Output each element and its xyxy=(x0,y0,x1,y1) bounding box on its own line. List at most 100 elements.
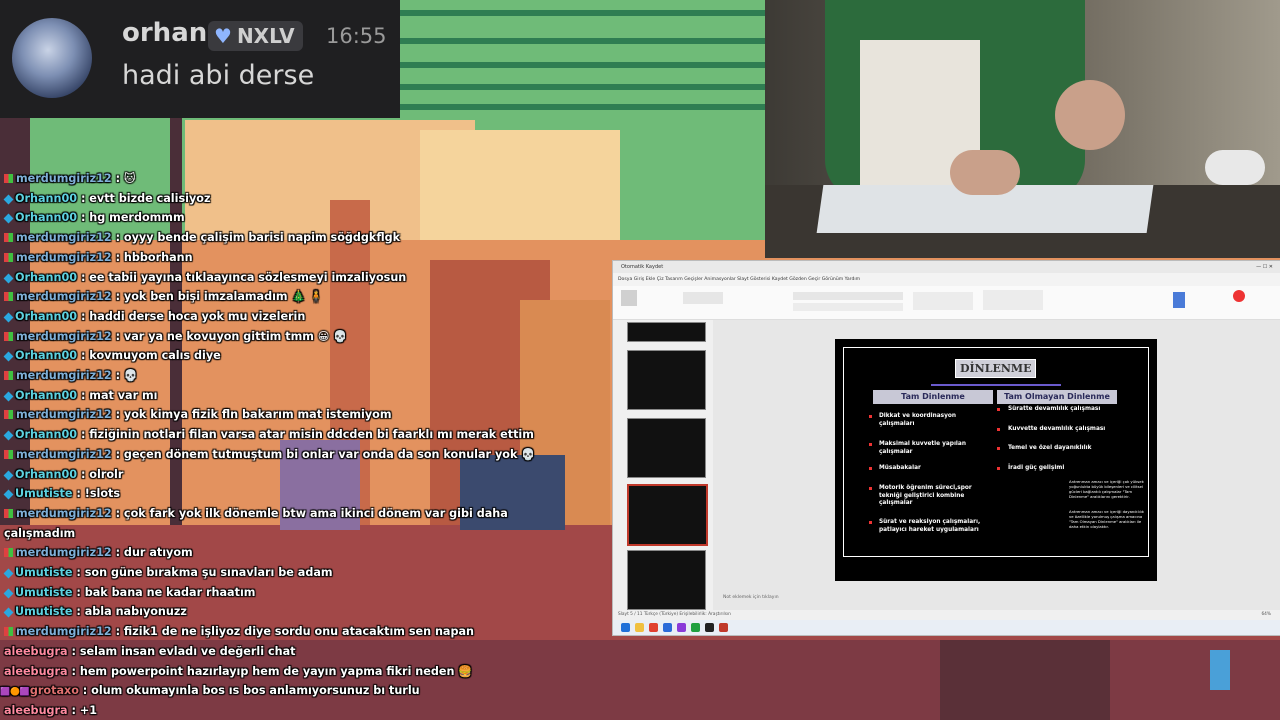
chat-username[interactable]: grotaxo xyxy=(30,684,79,697)
slide-thumbnail-selected[interactable] xyxy=(627,484,708,546)
slide-thumbnail[interactable] xyxy=(627,350,706,410)
chat-username[interactable]: Orhann00 xyxy=(15,468,77,481)
chat-username[interactable]: Umutiste xyxy=(15,605,72,618)
chat-badge-icon xyxy=(4,371,13,380)
chat-username[interactable]: Orhann00 xyxy=(15,428,77,441)
chat-text: : son güne bırakma şu sınavları be adam xyxy=(72,566,333,579)
chat-message: çalışmadım xyxy=(0,525,612,543)
windows-taskbar[interactable] xyxy=(613,620,1280,635)
chat-username[interactable]: Umutiste xyxy=(15,586,72,599)
webcam-mouse xyxy=(1205,150,1265,185)
designer-icon[interactable] xyxy=(1233,290,1245,302)
chat-username[interactable]: merdumgiriz12 xyxy=(16,507,112,520)
chat-message: 🟪🟠🟪grotaxo : olum okumayınla bos ıs bos … xyxy=(0,682,612,701)
slide-thumbnail[interactable] xyxy=(627,418,706,478)
chat-badge-icon xyxy=(4,508,13,518)
bullet-icon xyxy=(869,521,872,524)
app-icon[interactable] xyxy=(663,623,672,632)
chat-badge-icon xyxy=(4,233,13,243)
chat-username[interactable]: merdumgiriz12 xyxy=(16,172,112,185)
notes-placeholder[interactable]: Not eklemek için tıklayın xyxy=(723,595,779,600)
ppt-titlebar[interactable]: Otomatik Kaydet — ☐ ✕ xyxy=(613,261,1280,273)
chat-username[interactable]: aleebugra xyxy=(4,704,68,717)
left-header: Tam Dinlenme xyxy=(873,390,993,404)
paste-icon[interactable] xyxy=(621,290,637,306)
verified-badge-icon xyxy=(3,273,14,283)
chat-message: Umutiste : !slots xyxy=(0,485,612,503)
ppt-menu-tabs[interactable]: Dosya Giriş Ekle Çiz Tasarım Geçişler An… xyxy=(613,275,1280,285)
current-slide[interactable]: DİNLENME Tam Dinlenme Tam Olmayan Dinlen… xyxy=(835,339,1157,581)
chat-username[interactable]: Orhann00 xyxy=(15,211,77,224)
powerpoint-icon[interactable] xyxy=(719,623,728,632)
bullet-icon xyxy=(869,487,872,490)
window-controls[interactable]: — ☐ ✕ xyxy=(1256,261,1273,273)
ppt-ribbon[interactable] xyxy=(613,286,1280,320)
chat-username[interactable]: Orhann00 xyxy=(15,310,77,323)
chat-text: : fiziğinin notlari filan varsa atar mis… xyxy=(77,428,534,442)
chat-text: : olum okumayınla bos ıs bos anlamıyorsu… xyxy=(78,684,420,698)
chat-badge-icon xyxy=(4,331,13,341)
notification-message: hadi abi derse xyxy=(122,60,315,91)
powerpoint-window[interactable]: Otomatik Kaydet — ☐ ✕ Dosya Giriş Ekle Ç… xyxy=(612,260,1280,636)
chat-badge-icon xyxy=(4,174,13,183)
slide-thumbnail[interactable] xyxy=(627,322,706,342)
notification-username: orhan xyxy=(122,18,208,48)
bullet-icon xyxy=(997,408,1000,411)
chat-message: aleebugra : +1 xyxy=(0,702,612,720)
chat-username[interactable]: Orhann00 xyxy=(15,192,77,205)
chat-username[interactable]: aleebugra xyxy=(4,665,68,678)
chat-username[interactable]: merdumgiriz12 xyxy=(16,369,112,382)
slide-bullet-left: Müsabakalar xyxy=(879,465,921,471)
chat-message: aleebugra : hem powerpoint hazırlayıp he… xyxy=(0,663,612,681)
obs-icon[interactable] xyxy=(705,623,714,632)
verified-badge-icon xyxy=(3,194,14,205)
chat-username[interactable]: Orhann00 xyxy=(15,349,77,362)
chat-username[interactable]: merdumgiriz12 xyxy=(16,330,112,343)
start-icon[interactable] xyxy=(621,623,630,632)
font-format-buttons[interactable] xyxy=(793,303,903,311)
chat-text: çalışmadım xyxy=(4,526,76,540)
bullet-icon xyxy=(869,443,872,446)
chat-username[interactable]: merdumgiriz12 xyxy=(16,251,112,264)
font-select[interactable] xyxy=(793,292,903,300)
paragraph-buttons[interactable] xyxy=(913,292,973,310)
chat-text: : evtt bizde calisiyoz xyxy=(77,191,211,205)
chat-text: : yok kimya fizik fln bakarım mat istemi… xyxy=(111,408,392,422)
folder-icon[interactable] xyxy=(635,623,644,632)
chat-badge-icon xyxy=(4,292,13,302)
chat-text: : bak bana ne kadar rhaatım xyxy=(72,585,256,599)
slide-thumbnail[interactable] xyxy=(627,550,706,610)
chat-username[interactable]: merdumgiriz12 xyxy=(16,231,112,244)
chat-text: : mat var mı xyxy=(77,388,158,402)
new-slide-button[interactable] xyxy=(683,292,723,304)
app-icon[interactable] xyxy=(691,623,700,632)
chat-username[interactable]: Umutiste xyxy=(15,566,72,579)
chat-username[interactable]: merdumgiriz12 xyxy=(16,625,112,638)
shapes-gallery[interactable] xyxy=(983,290,1043,310)
chat-text: : geçen dönem tutmuştum bi onlar var ond… xyxy=(111,447,536,461)
chat-username[interactable]: merdumgiriz12 xyxy=(16,290,112,303)
chat-username[interactable]: merdumgiriz12 xyxy=(16,408,112,421)
chat-username[interactable]: aleebugra xyxy=(4,645,68,658)
verified-badge-icon xyxy=(3,607,14,618)
slide-thumbnail-panel[interactable] xyxy=(613,320,713,610)
chat-username[interactable]: merdumgiriz12 xyxy=(16,448,112,461)
ppt-menu-text[interactable]: Dosya Giriş Ekle Çiz Tasarım Geçişler An… xyxy=(618,277,860,282)
zoom-level[interactable]: 64% xyxy=(1261,610,1271,620)
slide-note: Antrenman amacı ve içeriği dayanıklılık … xyxy=(1069,509,1144,529)
chat-username[interactable]: Orhann00 xyxy=(15,271,77,284)
chat-username[interactable]: Umutiste xyxy=(15,487,72,500)
slide-note: Antrenman amacı ve içeriği çok yüksek yo… xyxy=(1069,479,1144,499)
chat-text: : haddi derse hoca yok mu vizelerin xyxy=(77,309,306,323)
background-bottle xyxy=(1210,650,1230,690)
browser-icon[interactable] xyxy=(649,623,658,632)
webcam-hand xyxy=(950,150,1020,195)
chat-text: : hbborhann xyxy=(111,250,193,264)
chat-message: merdumgiriz12 : çok fark yok ilk dönemle… xyxy=(0,505,612,523)
webcam-feed xyxy=(765,0,1280,258)
chat-badge-icon xyxy=(4,627,13,637)
app-icon[interactable] xyxy=(677,623,686,632)
dictate-icon[interactable] xyxy=(1173,292,1185,308)
chat-username[interactable]: merdumgiriz12 xyxy=(16,546,112,559)
chat-username[interactable]: Orhann00 xyxy=(15,389,77,402)
